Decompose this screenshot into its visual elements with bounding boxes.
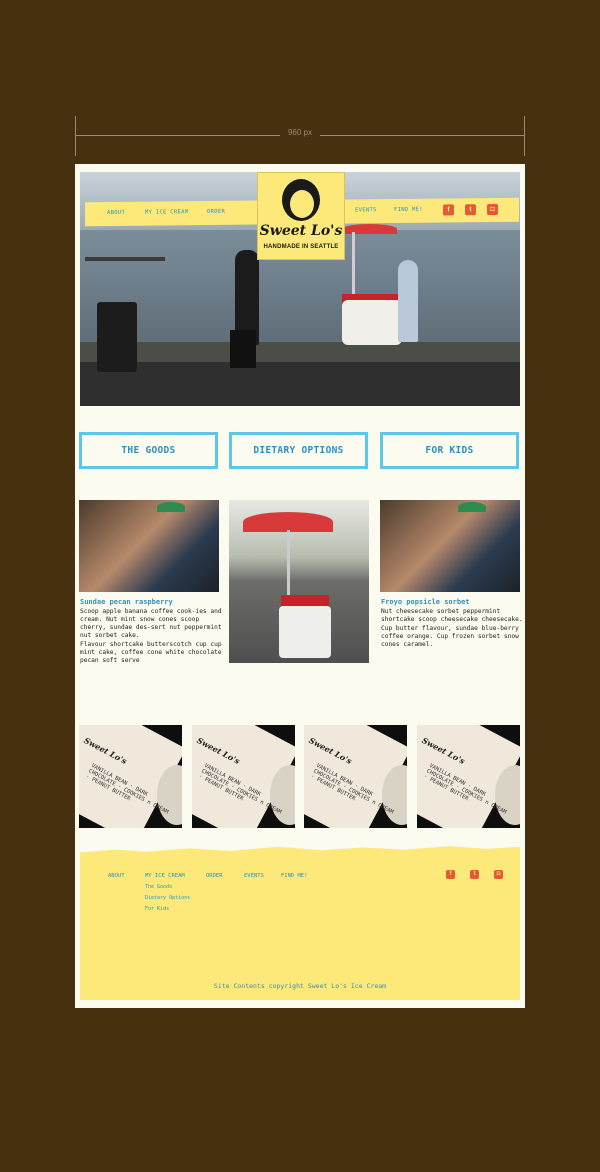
- footer-find-me-link[interactable]: FIND ME!: [281, 873, 308, 879]
- footer-about-link[interactable]: ABOUT: [108, 873, 125, 879]
- footer-my-ice-cream-link[interactable]: MY ICE CREAM: [145, 873, 185, 879]
- hero-shore: [80, 342, 520, 364]
- copyright-text: Site Contents copyright Sweet Lo's Ice C…: [213, 982, 387, 990]
- nav-events[interactable]: EVENTS: [355, 207, 377, 213]
- twitter-icon[interactable]: t: [465, 204, 476, 216]
- card-photo-left: [79, 500, 219, 592]
- footer-torn-edge: [80, 846, 520, 858]
- hero-umbrella-pole: [352, 232, 355, 302]
- card-body-left-p1: Scoop apple banana coffee cook-ies and c…: [80, 608, 222, 639]
- cart-photo-umbrella: [243, 512, 333, 532]
- footer: ABOUT MY ICE CREAM The Goods Dietary Opt…: [80, 846, 520, 1000]
- nav-find-me[interactable]: FIND ME!: [394, 207, 423, 213]
- card-title-right[interactable]: Froyo popsicle sorbet: [381, 598, 470, 606]
- facebook-icon[interactable]: f: [446, 870, 455, 879]
- footer-dietary-options-link[interactable]: Dietary Options: [145, 895, 190, 901]
- photo-cap: [157, 502, 185, 512]
- instagram-icon[interactable]: ◘: [494, 870, 503, 879]
- the-goods-button[interactable]: THE GOODS: [79, 432, 218, 469]
- nav-order[interactable]: ORDER: [207, 209, 225, 215]
- for-kids-button[interactable]: FOR KIDS: [380, 432, 519, 469]
- hero-umbrella: [342, 224, 397, 234]
- gallery-tile[interactable]: Sweet Lo's VANILLA BEAN · DARK CHOCOLATE…: [192, 725, 295, 828]
- nav-my-ice-cream[interactable]: MY ICE CREAM: [145, 209, 188, 215]
- logo-tagline: HANDMADE IN SEATTLE: [263, 244, 339, 250]
- gallery-tile[interactable]: Sweet Lo's VANILLA BEAN · DARK CHOCOLATE…: [79, 725, 182, 828]
- measure-tick-right: [524, 116, 525, 156]
- card-body-right-p1: Nut cheesecake sorbet peppermint shortca…: [381, 608, 523, 623]
- cart-photo-pole: [287, 530, 290, 600]
- card-body-right-p2: Cup butter flavour, sundae blue-berry co…: [381, 625, 519, 648]
- hero-person-right: [398, 260, 418, 342]
- card-title-left[interactable]: Sundae pecan raspberry: [80, 598, 173, 606]
- hero-trash-can: [97, 302, 137, 372]
- cart-photo: [229, 500, 369, 663]
- footer-for-kids-link[interactable]: For Kids: [145, 906, 169, 912]
- hero-suitcase: [230, 330, 256, 368]
- width-measure: 960 px: [75, 116, 525, 156]
- instagram-icon[interactable]: ◘: [487, 203, 498, 216]
- twitter-icon[interactable]: t: [470, 870, 479, 879]
- footer-the-goods-link[interactable]: The Goods: [145, 884, 172, 890]
- cart-photo-body: [279, 606, 331, 658]
- gallery-tile[interactable]: Sweet Lo's VANILLA BEAN · DARK CHOCOLATE…: [304, 725, 407, 828]
- card-body-left: Scoop apple banana coffee cook-ies and c…: [80, 608, 222, 665]
- card-photo-right: [380, 500, 520, 592]
- photo-cap-right: [458, 502, 486, 512]
- hero-image: ABOUT MY ICE CREAM ORDER EVENTS FIND ME!…: [80, 172, 520, 406]
- logo-name: Sweet Lo's: [259, 223, 343, 239]
- page: ABOUT MY ICE CREAM ORDER EVENTS FIND ME!…: [75, 164, 525, 1008]
- logo[interactable]: Sweet Lo's HANDMADE IN SEATTLE: [257, 172, 345, 260]
- hero-pier: [85, 257, 165, 261]
- footer-events-link[interactable]: EVENTS: [244, 873, 264, 879]
- measure-line-right: [320, 135, 525, 136]
- footer-order-link[interactable]: ORDER: [206, 873, 223, 879]
- gallery-tile[interactable]: Sweet Lo's VANILLA BEAN · DARK CHOCOLATE…: [417, 725, 520, 828]
- hero-pavement: [80, 362, 520, 406]
- logo-face: [289, 189, 315, 219]
- dietary-options-button[interactable]: DIETARY OPTIONS: [229, 432, 368, 469]
- hero-cart: [342, 300, 402, 345]
- nav-about[interactable]: ABOUT: [107, 210, 125, 216]
- facebook-icon[interactable]: f: [443, 204, 454, 216]
- card-body-right: Nut cheesecake sorbet peppermint shortca…: [381, 608, 523, 649]
- card-body-left-p2: Flavour shortcake butterscotch cup cup m…: [80, 641, 222, 664]
